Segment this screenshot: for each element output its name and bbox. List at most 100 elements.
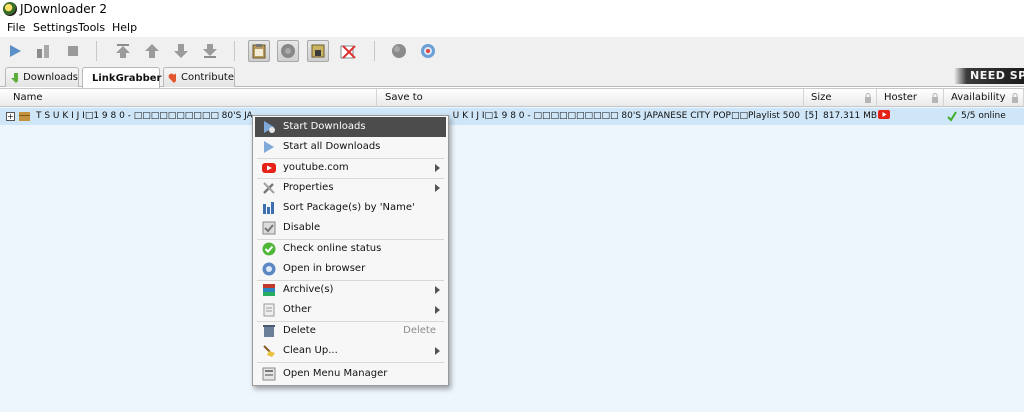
tab-downloads-label: Downloads [23, 72, 78, 83]
submenu-arrow-icon [435, 164, 440, 172]
menu-item-properties[interactable]: Properties [255, 178, 446, 198]
move-up-icon[interactable] [141, 40, 163, 62]
move-bottom-icon[interactable] [199, 40, 221, 62]
column-header-size-label: Size [811, 92, 832, 103]
tab-bar: Downloads LinkGrabber Contribute NEED SP… [0, 65, 1024, 88]
menu-file[interactable]: File [7, 21, 25, 34]
jdownloader-logo-icon [3, 2, 17, 16]
toolbar [0, 37, 1024, 65]
menu-bar: File Settings Tools Help [0, 19, 1024, 37]
menu-item-label: youtube.com [283, 162, 349, 173]
auto-reconnect-icon[interactable] [277, 40, 299, 62]
package-icon [19, 112, 30, 121]
submenu-arrow-icon [435, 347, 440, 355]
start-downloads-icon [264, 121, 275, 133]
download-arrow-icon [11, 72, 19, 83]
menu-settings[interactable]: Settings [33, 21, 78, 34]
menu-item-start-downloads[interactable]: Start Downloads [255, 117, 446, 137]
context-menu: Start Downloads Start all Downloads yout… [252, 115, 449, 386]
sort-icon [263, 202, 274, 214]
column-header-name[interactable]: Name [0, 89, 377, 107]
clipboard-observer-icon[interactable] [248, 40, 270, 62]
silent-mode-icon[interactable] [337, 40, 359, 62]
menu-item-sort-packages[interactable]: Sort Package(s) by 'Name' [255, 198, 446, 218]
check-icon [262, 242, 276, 256]
youtube-icon [878, 110, 890, 119]
reconnect-icon[interactable] [388, 40, 410, 62]
other-icon [263, 303, 275, 317]
pause-icon[interactable] [32, 40, 54, 62]
menu-item-label: Delete [283, 325, 316, 336]
menu-item-label: Open in browser [283, 263, 366, 274]
online-check-icon [947, 111, 957, 122]
heart-icon [168, 73, 176, 83]
menu-item-open-browser[interactable]: Open in browser [255, 259, 446, 279]
play-icon[interactable] [4, 40, 26, 62]
menu-item-delete[interactable]: Delete Delete [255, 321, 446, 341]
need-speed-banner[interactable]: NEED SPE [954, 68, 1024, 84]
shortcut-label: Delete [403, 325, 436, 336]
wrench-icon [263, 182, 275, 194]
linkgrabber-table: Name Save to Size Hoster Availability + … [0, 88, 1024, 412]
table-row[interactable]: + T S U K I J I□1 9 8 0 - □□□□□□□□□□ 80'… [0, 108, 1024, 125]
package-link-count: [5] [805, 111, 818, 121]
package-save-path-text: C:\Users\Downloads\T S U K I J I□1 9 8 0… [449, 111, 800, 121]
menu-item-label: Check online status [283, 243, 382, 254]
column-header-availability[interactable]: Availability [944, 89, 1024, 107]
menu-item-label: Start Downloads [283, 121, 366, 132]
lock-icon [1012, 93, 1018, 103]
move-top-icon[interactable] [112, 40, 134, 62]
menu-help[interactable]: Help [112, 21, 137, 34]
window-title: JDownloader 2 [20, 2, 107, 16]
premium-lock-icon[interactable] [307, 40, 329, 62]
package-availability: 5/5 online [961, 111, 1006, 121]
menu-item-label: Archive(s) [283, 284, 334, 295]
archive-icon [263, 284, 275, 296]
column-header-hoster[interactable]: Hoster [877, 89, 944, 107]
lock-icon [932, 93, 938, 103]
tab-linkgrabber-label: LinkGrabber [92, 72, 162, 84]
submenu-arrow-icon [435, 306, 440, 314]
menu-item-disable[interactable]: Disable [255, 218, 446, 238]
package-save-path: C:\Users\Downloads\T S U K I J I□1 9 8 0… [449, 108, 800, 125]
broom-icon [263, 345, 275, 357]
menu-item-open-menu-manager[interactable]: Open Menu Manager [255, 364, 446, 384]
package-name: T S U K I J I□1 9 8 0 - □□□□□□□□□□ 80'S … [36, 111, 252, 121]
stop-icon[interactable] [62, 40, 84, 62]
menu-tools[interactable]: Tools [78, 21, 105, 34]
menu-manager-icon [262, 367, 276, 381]
menu-item-label: Clean Up... [283, 345, 338, 356]
tab-contribute[interactable]: Contribute [163, 67, 235, 87]
move-down-icon[interactable] [170, 40, 192, 62]
update-icon[interactable] [417, 40, 439, 62]
package-size: 817.311 MB [823, 111, 877, 121]
menu-item-label: Disable [283, 222, 321, 233]
menu-item-label: Other [283, 304, 312, 315]
menu-item-label: Open Menu Manager [283, 368, 388, 379]
menu-item-label: Sort Package(s) by 'Name' [283, 202, 415, 213]
expand-toggle[interactable]: + [6, 112, 15, 121]
tab-downloads[interactable]: Downloads [5, 67, 79, 87]
menu-item-label: Start all Downloads [283, 141, 381, 152]
menu-item-check-online[interactable]: Check online status [255, 239, 446, 259]
menu-item-youtube[interactable]: youtube.com [255, 158, 446, 178]
menu-item-archives[interactable]: Archive(s) [255, 280, 446, 300]
menu-item-other[interactable]: Other [255, 300, 446, 320]
youtube-icon [262, 163, 276, 173]
disable-icon [262, 221, 276, 235]
column-header-availability-label: Availability [951, 92, 1006, 103]
tab-contribute-label: Contribute [180, 72, 234, 83]
lock-icon [865, 93, 871, 103]
menu-item-clean-up[interactable]: Clean Up... [255, 341, 446, 361]
tab-linkgrabber[interactable]: LinkGrabber [82, 67, 162, 88]
delete-icon [263, 325, 275, 337]
submenu-arrow-icon [435, 184, 440, 192]
menu-item-label: Properties [283, 182, 334, 193]
title-bar: JDownloader 2 [0, 0, 1024, 18]
column-header-size[interactable]: Size [804, 89, 877, 107]
submenu-arrow-icon [435, 286, 440, 294]
menu-item-start-all-downloads[interactable]: Start all Downloads [255, 137, 446, 157]
start-all-icon [264, 141, 274, 153]
column-header-hoster-label: Hoster [884, 92, 918, 103]
column-header-save-to[interactable]: Save to [377, 89, 804, 107]
